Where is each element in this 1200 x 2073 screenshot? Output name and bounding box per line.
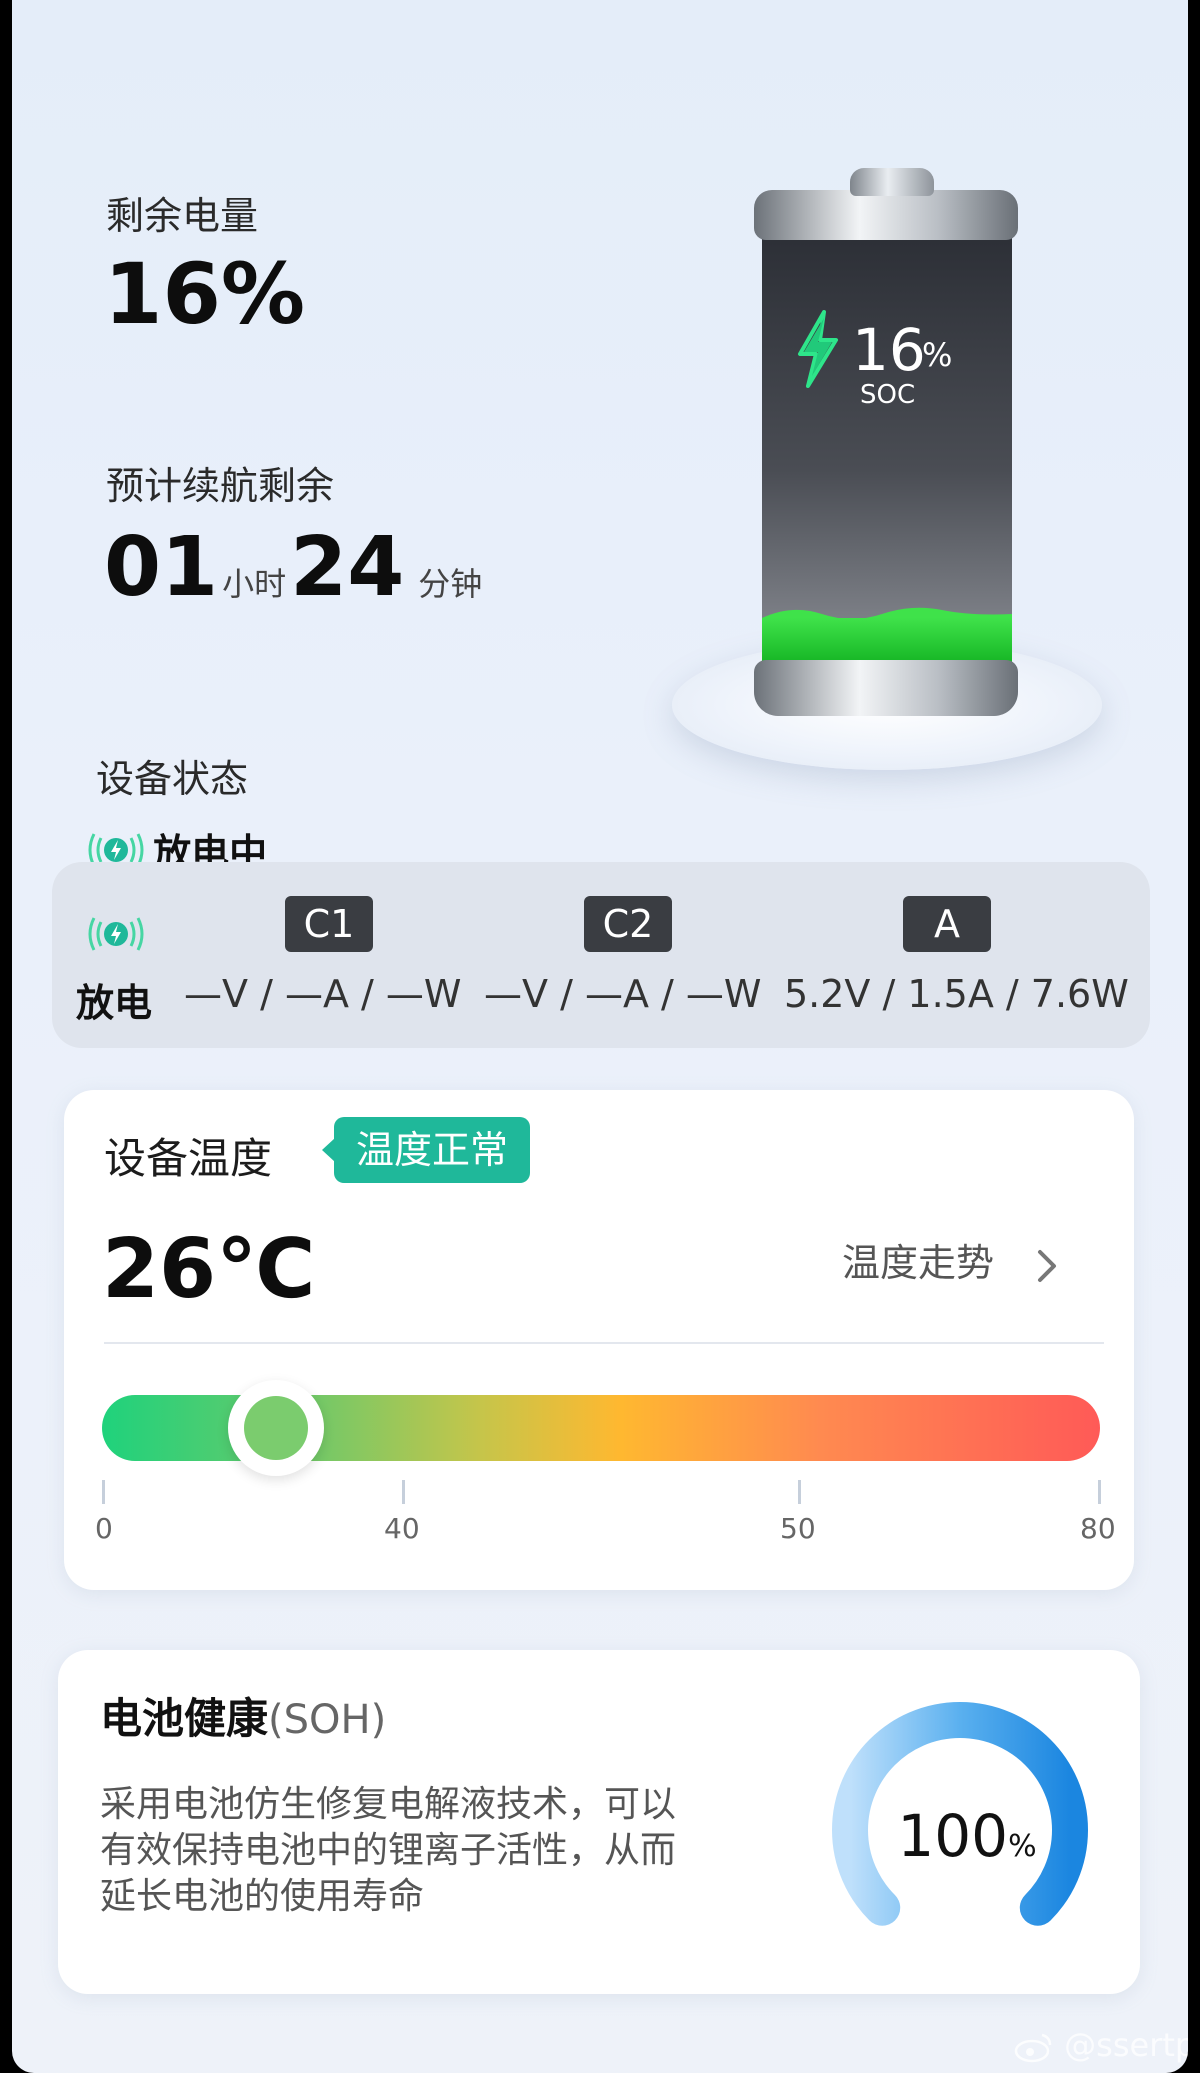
port-c2-tag: C2 [584,896,672,952]
scale-tick [1098,1480,1101,1504]
scale-tick [798,1480,801,1504]
port-output-panel [52,862,1150,1048]
scale-tick [402,1480,405,1504]
scale-tick [102,1480,105,1504]
temperature-trend-label: 温度走势 [842,1241,995,1285]
battery-health-title-text: 电池健康 [100,1694,269,1743]
temperature-trend-link[interactable]: 温度走势 [842,1232,1060,1287]
temperature-status-badge: 温度正常 [321,1117,531,1183]
device-status-label: 设备状态 [96,757,249,801]
port-mode-label: 放电 [76,981,153,1025]
runtime-hours: 01 [104,520,219,615]
port-c2-value: —V / —A / —W [484,972,762,1016]
scale-tick-label: 50 [780,1512,816,1545]
battery-bottom-cap [754,660,1018,716]
port-a-tag: A [903,896,991,952]
soh-value-readout: 100% [882,1802,1052,1870]
description-line: 有效保持电池中的锂离子活性，从而 [100,1830,677,1871]
chevron-right-icon [1038,1249,1057,1282]
watermark-text: @ssertp5 [1064,2026,1188,2064]
battery-body [762,234,1012,664]
app-screen: 剩余电量 16% 预计续航剩余 01小时24 分钟 16 % SOC 设备状态 [12,0,1188,2073]
battery-liquid [762,618,1012,664]
temperature-divider [104,1342,1104,1344]
temperature-indicator [228,1380,325,1476]
runtime-value: 01 小时24 分钟 [104,520,482,615]
battery-health-title-suffix: (SOH) [268,1697,387,1743]
runtime-hours-unit: 小时 [222,565,287,603]
battery-health-title: 电池健康(SOH) [100,1685,386,1746]
weibo-logo-icon [1014,2033,1052,2063]
scale-tick-label: 0 [95,1512,113,1545]
port-c1-tag: C1 [285,896,373,952]
runtime-minutes-unit: 分钟 [418,565,483,603]
port-c1-value: —V / —A / —W [184,972,462,1016]
battery-illustration: 16 % SOC [662,160,1122,780]
temperature-title: 设备温度 [104,1134,273,1183]
watermark: @ssertp5 [1014,2026,1188,2064]
scale-tick-label: 40 [384,1512,420,1545]
soh-value: 100 [897,1802,1009,1870]
runtime-minutes: 24 [290,520,405,615]
temperature-value: 26℃ [102,1222,316,1317]
remaining-battery-value: 16% [104,245,306,343]
runtime-label: 预计续航剩余 [106,464,335,508]
remaining-battery-label: 剩余电量 [106,194,259,238]
soc-unit: % [922,336,953,374]
scale-tick-label: 80 [1080,1512,1116,1545]
battery-terminal [850,168,934,196]
description-line: 采用电池仿生修复电解液技术，可以 [100,1784,677,1825]
description-line: 延长电池的使用寿命 [100,1876,425,1917]
soc-value: 16 [852,316,926,384]
soh-unit: % [1008,1829,1037,1864]
battery-top-cap [754,190,1018,240]
battery-health-description: 采用电池仿生修复电解液技术，可以 有效保持电池中的锂离子活性，从而 延长电池的使… [100,1782,676,1920]
temperature-indicator-dot [244,1396,309,1460]
port-a-value: 5.2V / 1.5A / 7.6W [784,972,1129,1016]
discharge-port-icon [88,917,144,951]
lightning-icon [798,310,838,388]
soc-label: SOC [860,380,916,410]
